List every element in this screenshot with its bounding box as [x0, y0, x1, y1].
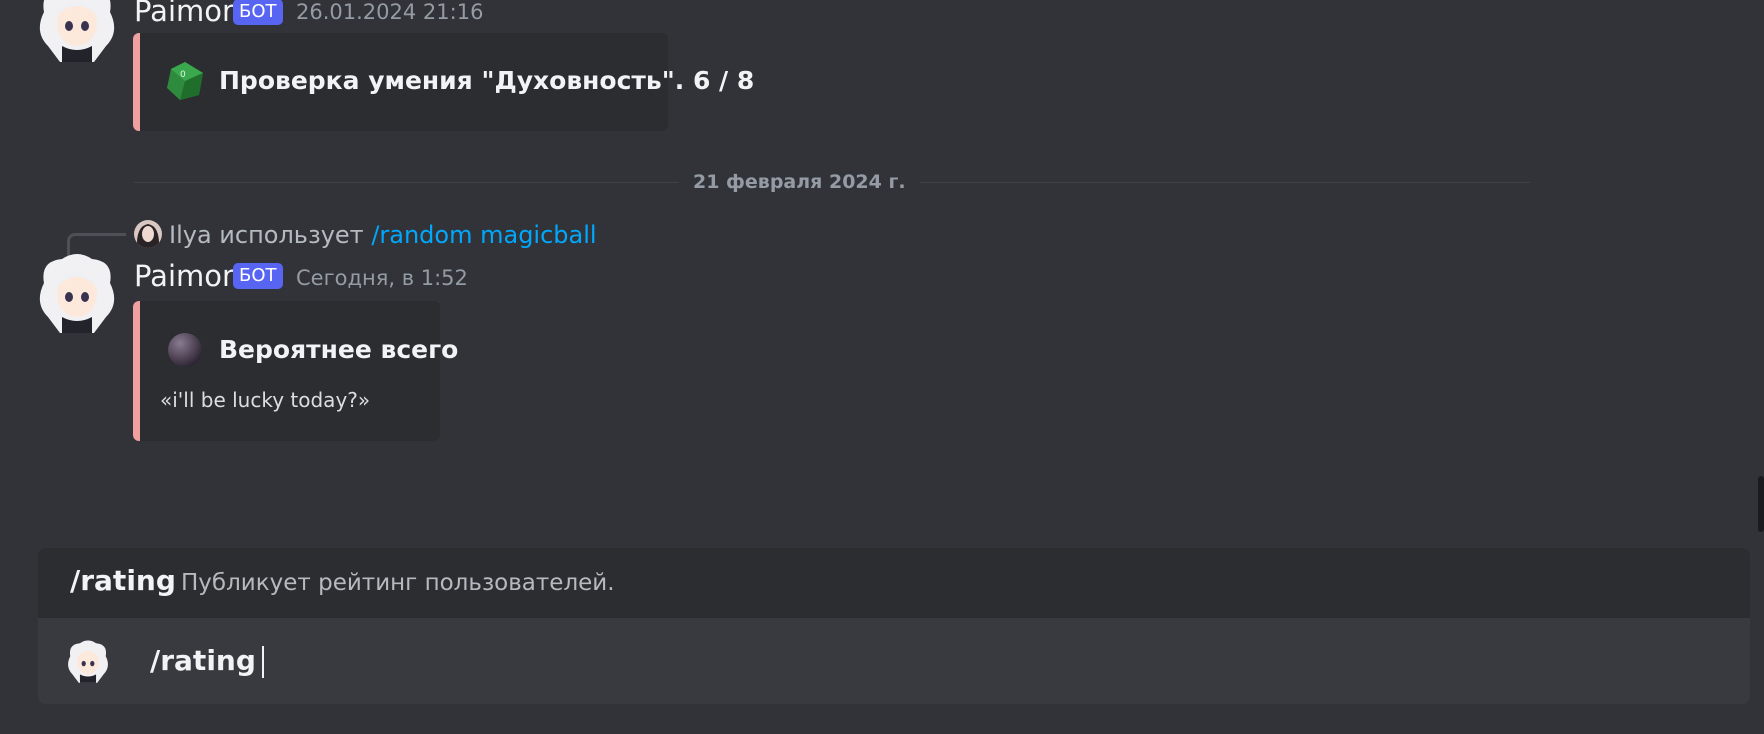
magic-8-ball-icon — [167, 332, 203, 372]
message-timestamp[interactable]: 26.01.2024 21:16 — [296, 0, 483, 24]
message-input[interactable]: /rating — [150, 644, 264, 678]
message-composer[interactable]: /rating — [38, 618, 1750, 704]
message-timestamp[interactable]: Сегодня, в 1:52 — [296, 266, 468, 290]
message-input-value: /rating — [150, 644, 256, 677]
author-name[interactable]: Paimon — [134, 259, 240, 293]
bot-tag: БОТ — [233, 0, 283, 25]
author-name[interactable]: Paimon — [134, 0, 240, 28]
command-autocomplete: /rating Публикует рейтинг пользователей. — [38, 548, 1750, 618]
text-caret — [261, 646, 264, 678]
scrollbar[interactable] — [1758, 476, 1764, 532]
bot-tag: БОТ — [233, 263, 283, 289]
reply-command-link[interactable]: /random magicball — [371, 221, 596, 249]
embed-description: «i'll be lucky today?» — [160, 388, 371, 412]
reply-username[interactable]: Ilya — [169, 221, 212, 249]
green-d8-dice-icon: 0 — [166, 61, 204, 105]
autocomplete-command-description[interactable]: Публикует рейтинг пользователей. — [181, 570, 615, 596]
embed: 0 Проверка умения "Духовность". 6 / 8 — [133, 33, 754, 131]
command-app-avatar — [66, 640, 110, 684]
reply-context: Ilya использует /random magicball — [169, 221, 597, 249]
autocomplete-command-name[interactable]: /rating — [70, 564, 176, 597]
paimon-avatar[interactable] — [36, 0, 118, 64]
reply-verb: использует — [219, 221, 364, 249]
svg-text:0: 0 — [180, 70, 186, 80]
date-divider: 21 февраля 2024 г. — [679, 171, 920, 193]
embed-title: Вероятнее всего — [219, 335, 459, 364]
embed: Вероятнее всего «i'll be lucky today?» — [133, 301, 458, 441]
embed-title: Проверка умения "Духовность". 6 / 8 — [219, 66, 755, 95]
paimon-avatar[interactable] — [36, 253, 118, 335]
ilya-avatar[interactable] — [134, 220, 162, 248]
